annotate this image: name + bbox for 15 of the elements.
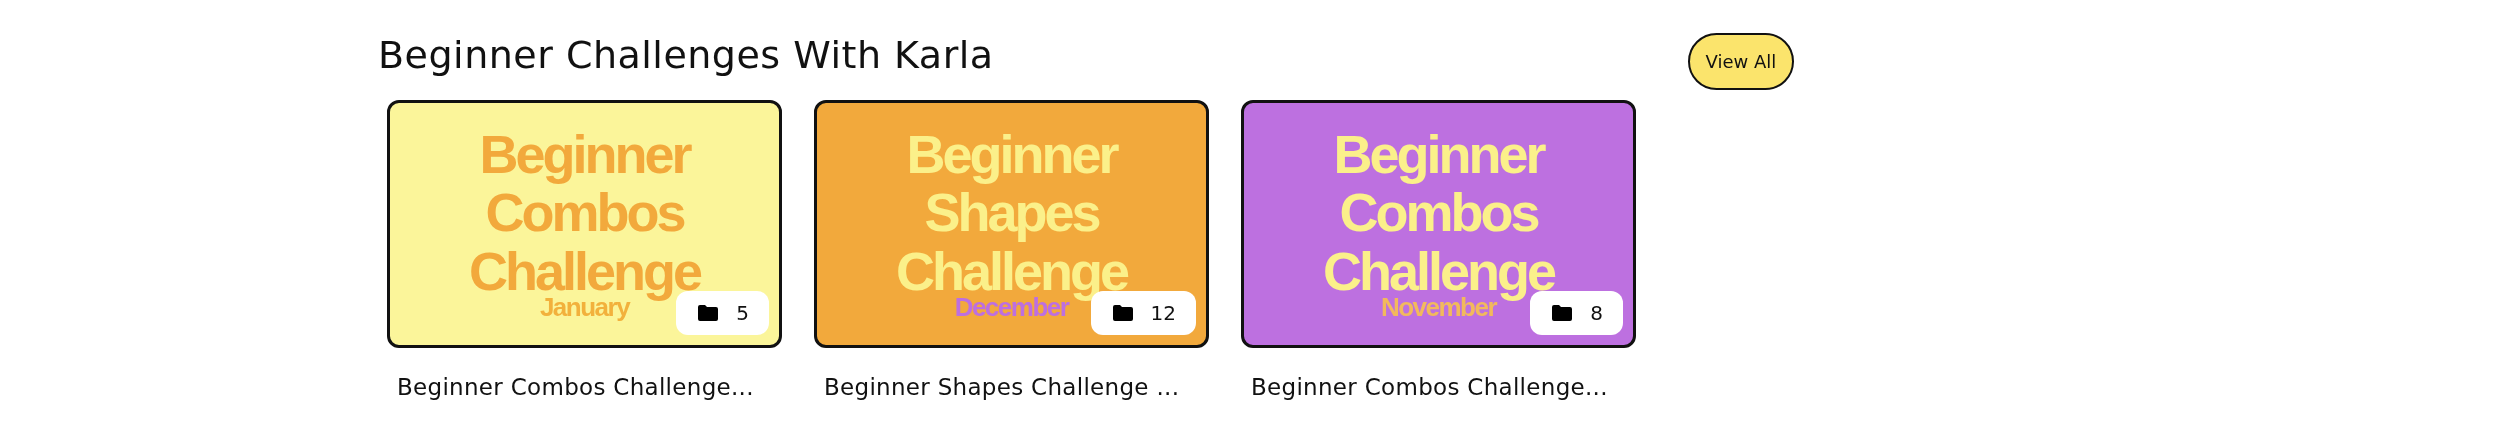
folder-icon bbox=[1552, 305, 1573, 321]
card-title[interactable]: Beginner Combos Challenge... bbox=[1241, 374, 1636, 400]
folder-icon bbox=[698, 305, 719, 321]
view-all-button[interactable]: View All bbox=[1688, 33, 1794, 90]
item-count: 8 bbox=[1590, 301, 1603, 325]
card-title[interactable]: Beginner Combos Challenge... bbox=[387, 374, 782, 400]
section-heading: Beginner Challenges With Karla bbox=[378, 32, 994, 79]
item-count: 12 bbox=[1150, 301, 1176, 325]
cover-image[interactable]: Beginner Shapes Challenge December 12 bbox=[814, 100, 1209, 348]
cover-image[interactable]: Beginner Combos Challenge January 5 bbox=[387, 100, 782, 348]
cover-title: Beginner Combos Challenge bbox=[467, 124, 702, 300]
folder-icon bbox=[1112, 305, 1133, 321]
card-title[interactable]: Beginner Shapes Challenge ... bbox=[814, 374, 1209, 400]
cover-image[interactable]: Beginner Combos Challenge November 8 bbox=[1241, 100, 1636, 348]
item-count: 5 bbox=[736, 301, 749, 325]
